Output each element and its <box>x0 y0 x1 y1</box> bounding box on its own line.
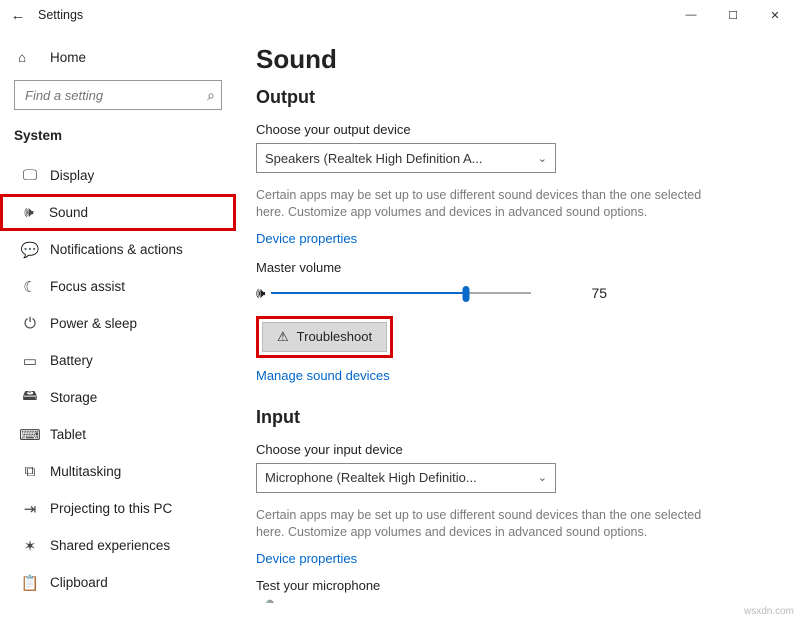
sidebar-item-tablet[interactable]: ⌨ Tablet <box>14 416 222 453</box>
sidebar-item-notifications[interactable]: 💬 Notifications & actions <box>14 231 222 268</box>
input-device-select[interactable]: Microphone (Realtek High Definitio... ⌄ <box>256 463 556 493</box>
page-title: Sound <box>256 44 788 75</box>
shared-icon: ✶ <box>18 537 42 555</box>
tablet-icon: ⌨ <box>18 426 42 444</box>
output-note: Certain apps may be set up to use differ… <box>256 187 726 221</box>
window-title: Settings <box>32 8 83 22</box>
test-mic-label: Test your microphone <box>256 578 788 593</box>
footer-watermark: wsxdn.com <box>744 606 794 617</box>
sidebar-item-multitasking[interactable]: ⧉ Multitasking <box>14 453 222 490</box>
sidebar-item-display[interactable]: 🖵 Display <box>14 157 222 194</box>
category-header: System <box>14 128 222 143</box>
input-choose-label: Choose your input device <box>256 442 788 457</box>
highlight-box: ⚠ Troubleshoot <box>256 316 393 358</box>
sidebar-item-label: Shared experiences <box>50 538 170 553</box>
sidebar-item-label: Display <box>50 168 94 183</box>
storage-icon: 🖴 <box>18 385 42 410</box>
output-device-selected: Speakers (Realtek High Definition A... <box>265 151 538 166</box>
sidebar-item-label: Battery <box>50 353 93 368</box>
troubleshoot-button[interactable]: ⚠ Troubleshoot <box>262 322 387 352</box>
clipboard-icon: 📋 <box>18 574 42 592</box>
input-device-properties-link[interactable]: Device properties <box>256 551 357 566</box>
sidebar-item-battery[interactable]: ▭ Battery <box>14 342 222 379</box>
focus-icon: ☾ <box>18 278 42 296</box>
input-device-selected: Microphone (Realtek High Definitio... <box>265 470 538 485</box>
chevron-down-icon: ⌄ <box>538 152 547 165</box>
output-device-select[interactable]: Speakers (Realtek High Definition A... ⌄ <box>256 143 556 173</box>
display-icon: 🖵 <box>18 167 42 184</box>
sidebar-item-storage[interactable]: 🖴 Storage <box>14 379 222 416</box>
back-button[interactable]: ← <box>4 1 32 29</box>
output-section-title: Output <box>256 87 788 108</box>
sidebar-item-label: Multitasking <box>50 464 121 479</box>
home-label: Home <box>50 50 86 65</box>
sidebar-item-label: Power & sleep <box>50 316 137 331</box>
output-choose-label: Choose your output device <box>256 122 788 137</box>
notifications-icon: 💬 <box>18 241 42 259</box>
master-volume-value: 75 <box>591 285 607 301</box>
power-icon: ⏻ <box>18 315 42 332</box>
maximize-button[interactable]: ☐ <box>712 1 754 29</box>
sound-icon: 🕪 <box>17 204 41 221</box>
sidebar-item-projecting[interactable]: ⇥ Projecting to this PC <box>14 490 222 527</box>
multitasking-icon: ⧉ <box>18 463 42 480</box>
output-device-properties-link[interactable]: Device properties <box>256 231 357 246</box>
battery-icon: ▭ <box>18 352 42 370</box>
sidebar-item-label: Focus assist <box>50 279 125 294</box>
home-nav[interactable]: ⌂ Home <box>14 40 222 74</box>
close-button[interactable]: ✕ <box>754 1 796 29</box>
sidebar-item-sound[interactable]: 🕪 Sound <box>0 194 236 231</box>
home-icon: ⌂ <box>18 50 42 65</box>
input-note: Certain apps may be set up to use differ… <box>256 507 726 541</box>
sidebar-item-shared-exp[interactable]: ✶ Shared experiences <box>14 527 222 564</box>
sidebar-item-power-sleep[interactable]: ⏻ Power & sleep <box>14 305 222 342</box>
troubleshoot-label: Troubleshoot <box>297 329 372 344</box>
sidebar-item-label: Tablet <box>50 427 86 442</box>
manage-sound-devices-link[interactable]: Manage sound devices <box>256 368 390 383</box>
chevron-down-icon: ⌄ <box>538 471 547 484</box>
microphone-icon: 🎤 <box>256 599 275 604</box>
sidebar-item-label: Projecting to this PC <box>50 501 172 516</box>
sidebar-item-label: Sound <box>49 205 88 220</box>
volume-icon: 🕪 <box>256 285 265 302</box>
minimize-button[interactable]: — <box>670 1 712 29</box>
master-volume-slider[interactable] <box>271 285 531 301</box>
search-icon: ⌕ <box>207 87 215 104</box>
sidebar-item-label: Clipboard <box>50 575 108 590</box>
projecting-icon: ⇥ <box>18 500 42 518</box>
sidebar-item-focus-assist[interactable]: ☾ Focus assist <box>14 268 222 305</box>
sidebar-item-label: Storage <box>50 390 97 405</box>
sidebar-item-clipboard[interactable]: 📋 Clipboard <box>14 564 222 601</box>
search-box[interactable]: ⌕ <box>14 80 222 110</box>
warning-icon: ⚠ <box>277 329 289 345</box>
search-input[interactable] <box>23 87 207 104</box>
master-volume-label: Master volume <box>256 260 788 275</box>
input-section-title: Input <box>256 407 788 428</box>
sidebar-item-label: Notifications & actions <box>50 242 183 257</box>
